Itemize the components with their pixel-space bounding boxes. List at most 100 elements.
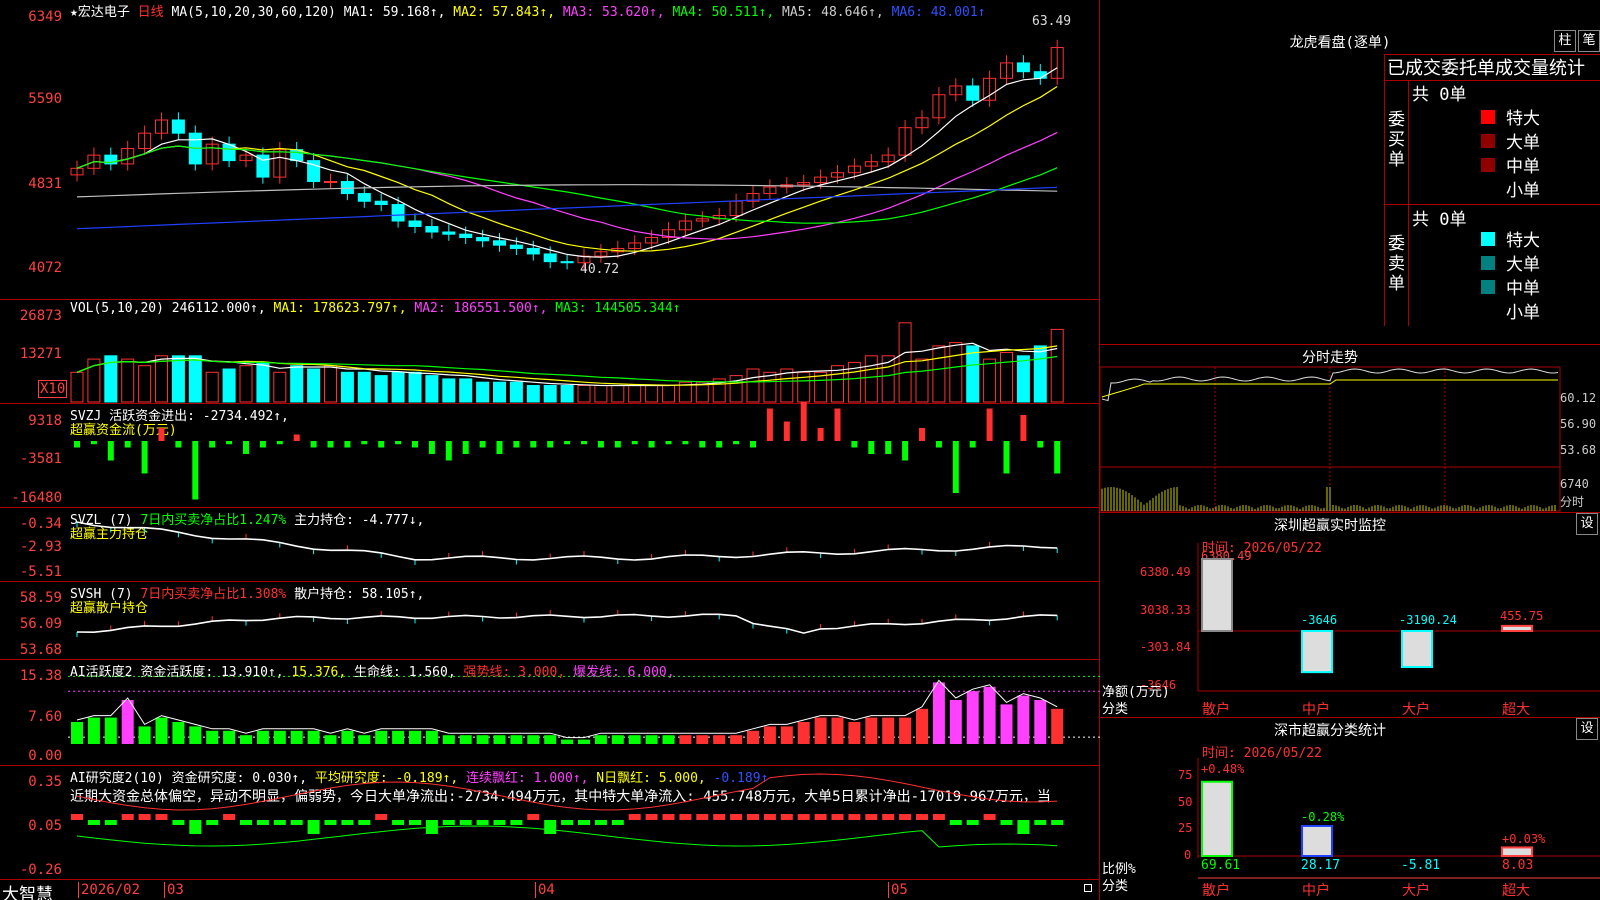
vol-bar (1050, 328, 1064, 403)
ai1-bar (578, 739, 590, 744)
svzj-bar (192, 441, 199, 500)
svzj-bar (935, 441, 942, 448)
ai1-bar (510, 735, 523, 744)
sell-total: 共 0单 (1412, 210, 1467, 230)
vol-bar (188, 355, 202, 403)
ai2-axis-3: -0.26 (19, 862, 62, 878)
ai-research-chart (71, 773, 1064, 848)
tick-mode-button[interactable]: 笔 (1578, 30, 1600, 52)
ai1-bar (848, 722, 861, 744)
ai-activity-pane[interactable]: AI活跃度2 资金活跃度: 13.910↑, 15.376, 生命线: 1.56… (0, 660, 1100, 766)
candle-body (442, 231, 456, 235)
vol-bar (594, 385, 608, 403)
buy-row-label: 大单 (1506, 133, 1540, 153)
ai1-bar (1000, 704, 1013, 744)
svzj-bar (276, 441, 283, 445)
ai1-bar (949, 700, 962, 744)
ai2-bar (442, 820, 455, 825)
sz-class-panel[interactable]: 深市超赢分类统计 设 时间: 2026/05/22 75 50 25 0 比例%… (1100, 718, 1600, 900)
lock-icon[interactable] (1084, 884, 1092, 892)
ai2-bar (459, 820, 472, 825)
buy-row-label: 中单 (1506, 157, 1540, 177)
svzj-bar (716, 441, 723, 448)
svzj-pane[interactable]: SVZJ 活跃资金进出: -2734.492↑, 超赢资金流(万元) 9318 … (0, 402, 1100, 508)
vol-axis-2: 13271 (19, 346, 62, 362)
sell-side-label: 委卖单 (1388, 234, 1405, 294)
svzl-pane[interactable]: SVZL (7) 7日内买卖净占比1.247% 主力持仓: -4.777↓, 超… (0, 508, 1100, 582)
svzj-bar (665, 441, 672, 445)
date-label-mar: 03 (164, 882, 184, 898)
candle-body (340, 180, 354, 195)
svzj-bar (597, 441, 604, 448)
ai1-bar (273, 730, 286, 744)
ai1-bar (493, 735, 506, 744)
ai1-axis-1: 15.38 (19, 668, 62, 684)
vol-bar (746, 368, 760, 403)
lhb-panel: 龙虎看盘(逐单) 柱 笔 已成交委托单成交量统计 委买单 委卖单 共 0单 共 … (1100, 0, 1600, 345)
vol-bar (239, 365, 253, 403)
buy-swatch (1481, 134, 1495, 148)
vol-bar (408, 371, 422, 403)
ai2-bar (493, 820, 506, 825)
svzj-bar (783, 421, 790, 441)
ai1-bar (780, 726, 793, 744)
vol-bar (442, 378, 456, 403)
fenshi-panel[interactable]: 分时走势 60.12 56.90 53.68 6740 分时 (1099, 345, 1600, 513)
ai2-bar (273, 820, 286, 825)
ai2-bar (476, 820, 489, 825)
ai2-bar (763, 814, 776, 820)
fenshi-axis-1: 60.12 (1560, 391, 1597, 405)
lhb-subtitle: 已成交委托单成交量统计 (1387, 58, 1585, 79)
svzj-bar (530, 441, 537, 448)
bar-mode-button[interactable]: 柱 (1554, 30, 1576, 52)
ai1-bar (527, 735, 540, 744)
ai1-bar (358, 735, 371, 744)
sz-bar (1501, 624, 1533, 632)
vol-bar (1016, 355, 1030, 403)
ai2-bar (645, 814, 658, 820)
svzj-bar (90, 441, 97, 445)
ai2-bar (983, 814, 996, 820)
ai1-bar (71, 722, 83, 744)
sell-swatch (1481, 280, 1495, 294)
svzl-axis-1: -0.34 (19, 516, 62, 532)
vol-bar (307, 368, 321, 403)
ai2-bar (341, 820, 354, 825)
sz-class-chart (1197, 758, 1600, 879)
svzj-axis-1: 9318 (28, 413, 62, 429)
ai2-bar (358, 820, 371, 825)
vol-pane[interactable]: VOL(5,10,20) 246112.000↑, MA1: 178623.79… (0, 300, 1100, 404)
svzj-bar (868, 441, 875, 454)
vol-bar (983, 358, 997, 403)
ai2-bar (510, 820, 523, 825)
svzj-bar (969, 441, 976, 448)
ai-research-pane[interactable]: AI研究度2(10) 资金研究度: 0.030↑, 平均研究度: -0.189↑… (0, 766, 1100, 880)
svzj-bar (766, 408, 773, 441)
vol-bar (509, 381, 523, 403)
buy-swatch (1481, 182, 1495, 196)
ai1-bar (645, 735, 658, 744)
ai2-bar (155, 814, 168, 820)
ai2-bar (392, 820, 405, 825)
ai1-bar (459, 735, 472, 744)
svsh-pane[interactable]: SVSH (7) 7日内买卖净占比1.308% 散户持仓: 58.105↑, 超… (0, 582, 1100, 660)
ai2-bar (949, 820, 962, 825)
ai2-bar (578, 820, 590, 825)
ai2-bar (848, 814, 861, 820)
kline-pane[interactable]: ★宏达电子 日线 MA(5,10,20,30,60,120) MA1: 59.1… (0, 0, 1100, 300)
svzj-bar (310, 441, 317, 448)
svzj-bar (428, 441, 435, 454)
vol-bar (476, 381, 490, 403)
ai2-bar (172, 820, 185, 825)
ai2-bar (797, 814, 810, 820)
ai1-bar (662, 735, 675, 744)
date-label-apr: 04 (535, 882, 555, 898)
candle-body (374, 200, 388, 206)
lhb-title: 龙虎看盘(逐单) (1289, 35, 1391, 51)
vol-bar (763, 371, 777, 403)
vol-bar (560, 385, 574, 403)
svzj-bar (952, 441, 959, 493)
kline-axis-4: 4072 (28, 260, 62, 276)
sz-monitor-panel[interactable]: 深圳超赢实时监控 设 时间: 2026/05/22 6380.49 3038.3… (1100, 513, 1600, 718)
ai1-bar (966, 691, 979, 744)
